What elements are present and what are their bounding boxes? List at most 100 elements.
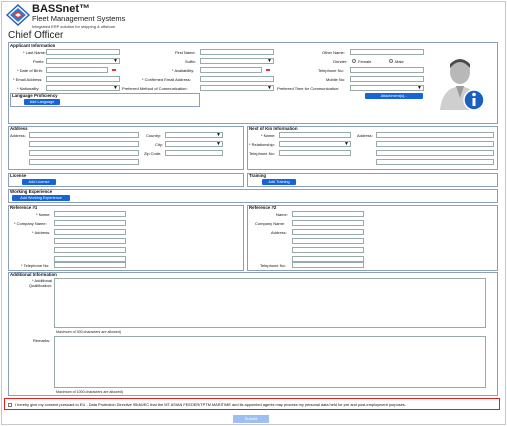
- qualification-note: Maximum of 300 characters are allowed): [56, 330, 121, 334]
- mobile-input[interactable]: [350, 76, 424, 82]
- bassnet-logo-icon: [6, 4, 30, 26]
- pref-method-label: Preferred Method of Communication:: [122, 86, 188, 91]
- availability-input[interactable]: [200, 67, 262, 73]
- email-input[interactable]: [46, 76, 120, 82]
- dob-input[interactable]: [46, 67, 108, 73]
- first-name-input[interactable]: [200, 49, 274, 55]
- pref-time-label: Preferred Time for Communication:: [277, 86, 340, 91]
- kin-relationship-select[interactable]: ▼: [279, 141, 351, 147]
- ref1-name-label: * Name:: [36, 212, 51, 217]
- ref2-name-label: Name:: [276, 212, 288, 217]
- applicant-section-title: Applicant Information: [10, 43, 56, 48]
- gender-male-label: Male: [395, 59, 404, 64]
- qualification-textarea[interactable]: [54, 278, 486, 328]
- ref1-company-input[interactable]: [54, 220, 126, 226]
- logo-subtitle: Fleet Management Systems: [32, 14, 126, 23]
- pref-method-select[interactable]: ▼: [200, 85, 274, 91]
- pref-time-select[interactable]: ▼: [350, 85, 424, 91]
- availability-label: * Availability:: [172, 68, 195, 73]
- ref1-address-line2-input[interactable]: [54, 238, 126, 244]
- kin-relationship-label: * Relationship:: [249, 142, 275, 147]
- ref2-company-label: Company Name:: [255, 221, 286, 226]
- experience-section-title: Working Experience: [10, 189, 53, 194]
- ref1-address-label: * Address:: [32, 230, 51, 235]
- telephone-label: Telephone No:: [318, 68, 344, 73]
- page-title: Chief Officer: [8, 30, 64, 41]
- nationality-select[interactable]: ▼: [46, 85, 120, 91]
- email-label: * Email Address:: [13, 77, 43, 82]
- kin-address-line4-input[interactable]: [376, 159, 494, 165]
- ref1-telephone-label: * Telephone No:: [21, 263, 50, 268]
- telephone-input[interactable]: [350, 67, 424, 73]
- license-section-title: License: [10, 173, 27, 178]
- address-line1-input[interactable]: [29, 132, 139, 138]
- address-line2-input[interactable]: [29, 141, 139, 147]
- consent-box: I hereby give my consent pursuant to EU …: [4, 398, 500, 410]
- chevron-down-icon: ▼: [216, 132, 221, 138]
- gender-male-radio[interactable]: [389, 59, 393, 63]
- zip-input[interactable]: [165, 150, 223, 156]
- consent-checkbox[interactable]: [8, 402, 12, 407]
- remarks-textarea[interactable]: [54, 336, 486, 388]
- dob-label: * Date of Birth:: [17, 68, 44, 73]
- last-name-input[interactable]: [46, 49, 120, 55]
- consent-text: I hereby give my consent pursuant to EU …: [15, 402, 406, 407]
- add-experience-button[interactable]: Add Working Experience: [12, 195, 70, 201]
- last-name-label: * Last Name:: [23, 50, 47, 55]
- kin-section-title: Next of Kin Information: [249, 126, 298, 131]
- city-select[interactable]: ▼: [165, 141, 223, 147]
- zip-label: Zip Code:: [144, 151, 162, 156]
- ref1-name-input[interactable]: [54, 211, 126, 217]
- gender-label: Gender:: [333, 59, 348, 64]
- dob-calendar-icon[interactable]: [112, 69, 116, 71]
- ref1-address-line3-input[interactable]: [54, 247, 126, 253]
- ref1-address-line1-input[interactable]: [54, 229, 126, 235]
- address-line4-input[interactable]: [29, 159, 139, 165]
- nationality-label: * Nationality:: [17, 86, 40, 91]
- ref1-telephone-input[interactable]: [54, 262, 126, 268]
- kin-address-label: Address:: [357, 133, 373, 138]
- gender-female-radio[interactable]: [352, 59, 356, 63]
- ref2-telephone-input[interactable]: [292, 262, 364, 268]
- availability-calendar-icon[interactable]: [266, 69, 270, 71]
- training-section-title: Training: [249, 173, 267, 178]
- ref2-address-line1-input[interactable]: [292, 229, 364, 235]
- suffix-select[interactable]: ▼: [200, 58, 274, 64]
- attachments-button[interactable]: Attachment(s)...: [365, 93, 423, 99]
- ref2-company-input[interactable]: [292, 220, 364, 226]
- add-language-button[interactable]: Add Language: [24, 99, 60, 105]
- country-select[interactable]: ▼: [165, 132, 223, 138]
- other-name-input[interactable]: [350, 49, 424, 55]
- kin-address-line2-input[interactable]: [376, 141, 494, 147]
- other-name-label: Other Name:: [322, 50, 345, 55]
- kin-name-label: * Name:: [261, 133, 276, 138]
- logo-tagline: Integrated ERP solution for shipping & o…: [32, 24, 116, 29]
- kin-address-line3-input[interactable]: [376, 150, 494, 156]
- suffix-label: Suffix:: [185, 59, 197, 64]
- add-license-button[interactable]: Add License: [22, 179, 56, 185]
- prefix-select[interactable]: ▼: [46, 58, 120, 64]
- prefix-label: Prefix:: [33, 59, 45, 64]
- chevron-down-icon: ▼: [267, 85, 272, 91]
- address-section-title: Address: [10, 126, 28, 131]
- address-line3-input[interactable]: [29, 150, 139, 156]
- gender-female-label: Female: [358, 59, 372, 64]
- confirm-email-input[interactable]: [200, 76, 274, 82]
- qualification-label: * Additional Qualification:: [28, 278, 52, 288]
- ref2-address-line2-input[interactable]: [292, 238, 364, 244]
- chevron-down-icon: ▼: [113, 58, 118, 64]
- kin-name-input[interactable]: [279, 132, 351, 138]
- submit-button[interactable]: Submit: [233, 415, 269, 423]
- ref2-address-label: Address:: [271, 230, 287, 235]
- experience-panel: [8, 189, 498, 203]
- kin-address-line1-input[interactable]: [376, 132, 494, 138]
- mobile-label: Mobile No:: [326, 77, 346, 82]
- ref1-company-label: * Company Name:: [14, 221, 47, 226]
- chevron-down-icon: ▼: [267, 58, 272, 64]
- ref2-address-line3-input[interactable]: [292, 247, 364, 253]
- chevron-down-icon: ▼: [417, 85, 422, 91]
- ref2-name-input[interactable]: [292, 211, 364, 217]
- add-training-button[interactable]: Add Training: [262, 179, 296, 185]
- chevron-down-icon: ▼: [344, 141, 349, 147]
- kin-telephone-input[interactable]: [279, 150, 351, 156]
